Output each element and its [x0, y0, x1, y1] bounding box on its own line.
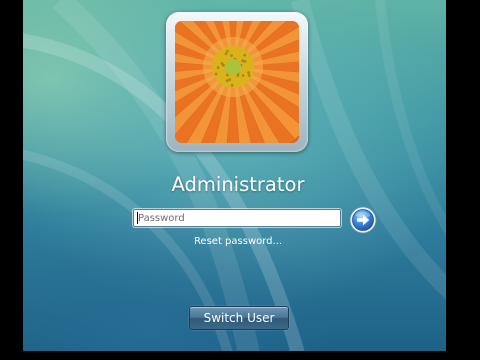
letterbox-bottom — [0, 351, 480, 360]
orange-flower-icon — [175, 21, 299, 143]
password-input[interactable] — [133, 209, 341, 227]
submit-button[interactable] — [349, 206, 377, 234]
reset-password-link[interactable]: Reset password... — [150, 236, 326, 247]
switch-user-button[interactable]: Switch User — [189, 306, 289, 330]
user-name: Administrator — [171, 173, 305, 196]
text-caret — [137, 212, 138, 224]
letterbox-right — [446, 0, 480, 360]
arrow-right-icon — [349, 206, 377, 234]
user-picture-frame — [166, 12, 308, 152]
login-screen: Administrator Reset password... Switch U… — [0, 0, 480, 360]
letterbox-left — [0, 0, 23, 360]
